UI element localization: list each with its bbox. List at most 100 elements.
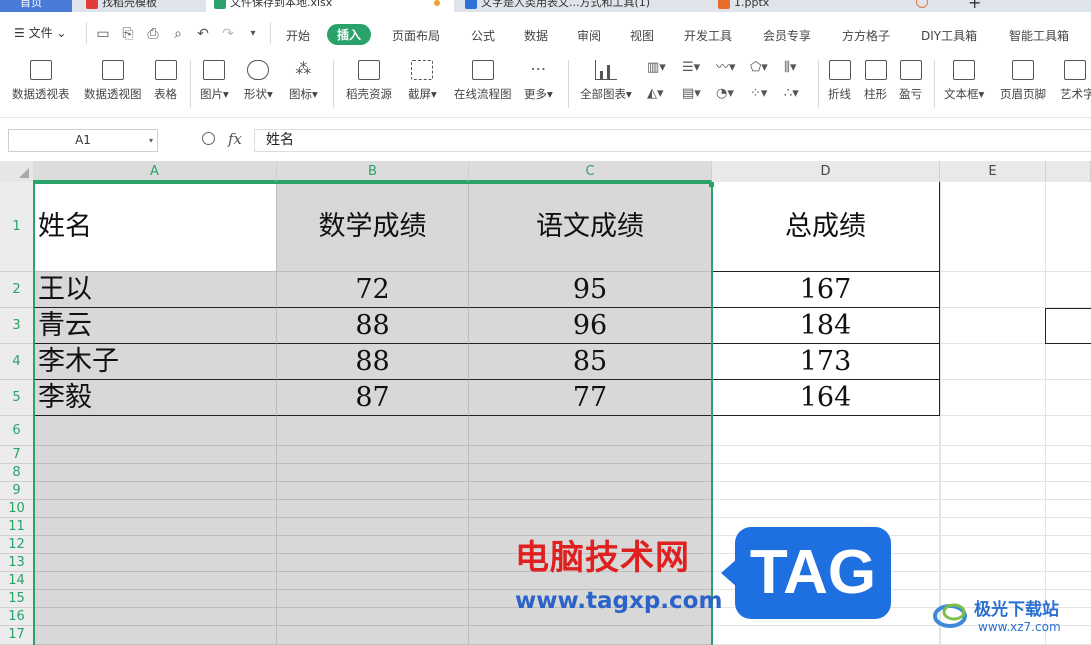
row-header-17[interactable]: 17: [0, 626, 33, 645]
row-header-6[interactable]: 6: [0, 416, 33, 446]
row-header-11[interactable]: 11: [0, 518, 33, 536]
empty-cell[interactable]: [277, 572, 469, 590]
row-header-13[interactable]: 13: [0, 554, 33, 572]
wordart-button[interactable]: 艺术字: [1060, 60, 1091, 102]
pie-chart-icon[interactable]: ◔▾: [716, 86, 738, 102]
cell-a3[interactable]: 青云: [33, 308, 277, 344]
cell-d1[interactable]: 总成绩: [712, 182, 940, 272]
empty-cell[interactable]: [277, 608, 469, 626]
cell-d5[interactable]: 164: [712, 380, 940, 416]
tab-data[interactable]: 数据: [524, 27, 548, 44]
column-header-f[interactable]: [1046, 161, 1091, 182]
empty-cell[interactable]: [33, 626, 277, 645]
save-icon[interactable]: ▭: [95, 26, 111, 42]
stock-chart-icon[interactable]: ⫼▾: [784, 60, 806, 76]
empty-cell[interactable]: [33, 500, 277, 518]
new-tab-icon[interactable]: +: [968, 0, 981, 12]
empty-cell[interactable]: [277, 536, 469, 554]
empty-cell[interactable]: [277, 416, 469, 446]
shape-button[interactable]: 形状▾: [244, 60, 273, 102]
row-header-10[interactable]: 10: [0, 500, 33, 518]
tab-xlsx[interactable]: 文件保存到本地.xlsx: [206, 0, 454, 12]
radar-chart-icon[interactable]: ⬠▾: [750, 60, 772, 76]
pivot-table-button[interactable]: 数据透视表: [12, 60, 70, 102]
empty-cell[interactable]: [469, 464, 712, 482]
row-header-12[interactable]: 12: [0, 536, 33, 554]
empty-cell[interactable]: [277, 500, 469, 518]
column-header-c[interactable]: C: [469, 161, 712, 182]
empty-cell[interactable]: [277, 464, 469, 482]
formula-input[interactable]: 姓名: [254, 129, 1091, 152]
print-icon[interactable]: ⎙: [145, 26, 161, 42]
zoom-icon[interactable]: [202, 132, 215, 145]
cell-b2[interactable]: 72: [277, 272, 469, 308]
cell-c2[interactable]: 95: [469, 272, 712, 308]
scatter-chart-icon[interactable]: ⁘▾: [750, 86, 772, 102]
empty-cell[interactable]: [277, 590, 469, 608]
cell-c5[interactable]: 77: [469, 380, 712, 416]
tab-insert[interactable]: 插入: [327, 24, 372, 45]
empty-cell[interactable]: [469, 416, 712, 446]
empty-cell[interactable]: [469, 626, 712, 645]
flowchart-button[interactable]: 在线流程图: [454, 60, 512, 102]
bar-chart-icon[interactable]: ☰▾: [682, 60, 704, 76]
tab-member[interactable]: 会员专享: [763, 27, 811, 44]
column-sparkline-button[interactable]: 柱形: [864, 60, 887, 102]
empty-cell[interactable]: [33, 446, 277, 464]
empty-cell[interactable]: [33, 590, 277, 608]
fill-handle[interactable]: [709, 182, 714, 187]
row-header-2[interactable]: 2: [0, 272, 33, 308]
customize-chevron-icon[interactable]: ▾: [245, 26, 261, 42]
empty-cell[interactable]: [33, 536, 277, 554]
print-preview-icon[interactable]: ⌕: [170, 26, 186, 42]
tab-home[interactable]: 首页: [0, 0, 72, 12]
tab-doc[interactable]: 文字是人类用表文...方式和工具(1): [457, 0, 707, 12]
empty-cell[interactable]: [277, 626, 469, 645]
cell-a5[interactable]: 李毅: [33, 380, 277, 416]
pivot-chart-button[interactable]: 数据透视图: [84, 60, 142, 102]
cell-b3[interactable]: 88: [277, 308, 469, 344]
cell-d3[interactable]: 184: [712, 308, 940, 344]
screenshot-button[interactable]: 截屏▾: [408, 60, 437, 102]
empty-cell[interactable]: [33, 608, 277, 626]
row-header-15[interactable]: 15: [0, 590, 33, 608]
tab-diy-toolbox[interactable]: DIY工具箱: [921, 27, 977, 44]
column-header-b[interactable]: B: [277, 161, 469, 182]
redo-icon[interactable]: ↷: [220, 26, 236, 42]
tab-formulas[interactable]: 公式: [471, 27, 495, 44]
area-chart-icon[interactable]: ◭▾: [647, 86, 669, 102]
name-box[interactable]: A1 ▾: [8, 129, 158, 152]
file-menu[interactable]: ☰ 文件 ⌄: [14, 24, 66, 41]
cell-d2[interactable]: 167: [712, 272, 940, 308]
cell-c3[interactable]: 96: [469, 308, 712, 344]
row-header-5[interactable]: 5: [0, 380, 33, 416]
cell-f3[interactable]: [1045, 308, 1091, 344]
export-pdf-icon[interactable]: ⎘: [120, 26, 136, 42]
empty-cell[interactable]: [33, 518, 277, 536]
winloss-sparkline-button[interactable]: 盈亏: [899, 60, 922, 102]
tab-ffcell[interactable]: 方方格子: [842, 27, 890, 44]
empty-cell[interactable]: [33, 482, 277, 500]
cell-b4[interactable]: 88: [277, 344, 469, 380]
cell-a2[interactable]: 王以: [33, 272, 277, 308]
row-header-9[interactable]: 9: [0, 482, 33, 500]
cell-d4[interactable]: 173: [712, 344, 940, 380]
textbox-button[interactable]: 文本框▾: [944, 60, 984, 102]
empty-cell[interactable]: [33, 416, 277, 446]
empty-cell[interactable]: [469, 446, 712, 464]
tab-start[interactable]: 开始: [286, 27, 310, 44]
all-charts-button[interactable]: 全部图表▾: [580, 60, 632, 102]
picture-button[interactable]: 图片▾: [200, 60, 229, 102]
empty-cell[interactable]: [33, 464, 277, 482]
empty-cell[interactable]: [277, 482, 469, 500]
column-header-a[interactable]: A: [33, 161, 277, 182]
empty-cell[interactable]: [277, 554, 469, 572]
bubble-chart-icon[interactable]: ∴▾: [784, 86, 806, 102]
column-chart-icon[interactable]: ▥▾: [647, 60, 669, 76]
tab-view[interactable]: 视图: [630, 27, 654, 44]
empty-cell[interactable]: [277, 446, 469, 464]
cell-c1[interactable]: 语文成绩: [469, 182, 712, 272]
cell-b1[interactable]: 数学成绩: [277, 182, 469, 272]
header-footer-button[interactable]: 页眉页脚: [1000, 60, 1046, 102]
resource-button[interactable]: 稻壳资源: [346, 60, 392, 102]
